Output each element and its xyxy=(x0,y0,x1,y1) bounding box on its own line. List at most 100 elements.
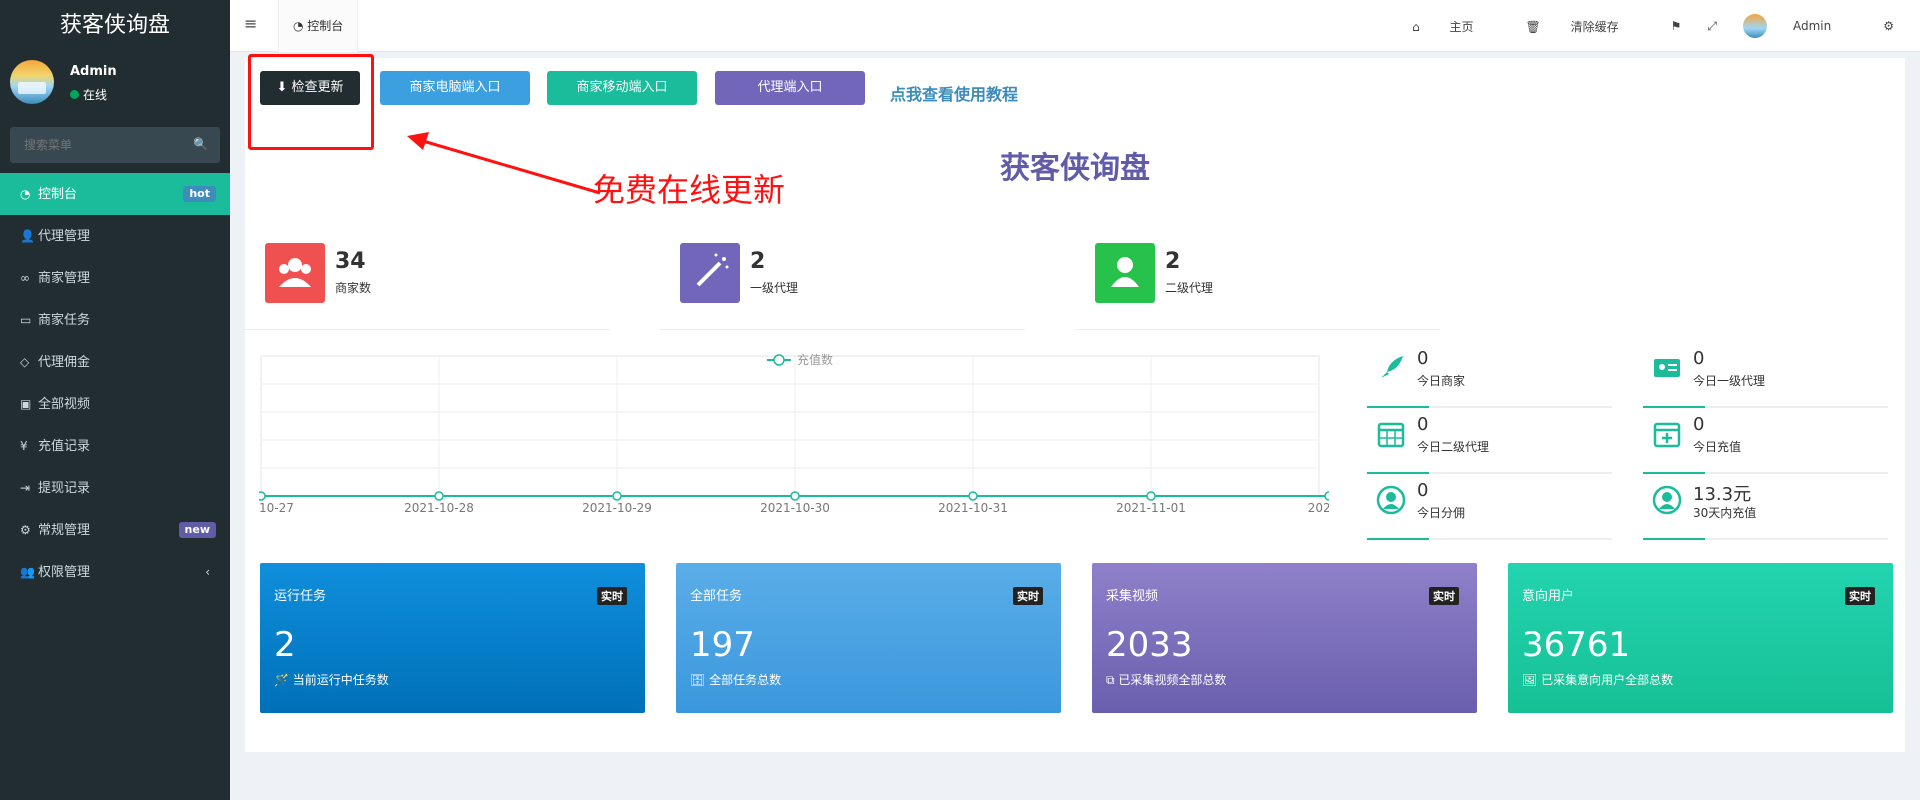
sidebar-item-label: 商家任务 xyxy=(38,313,91,328)
data-point xyxy=(1324,491,1334,501)
home-link[interactable]: ⌂ 主页 xyxy=(1412,18,1499,35)
card-title: 全部任务 xyxy=(690,589,743,604)
menu-search-input[interactable] xyxy=(10,127,220,163)
today-label: 今日一级代理 xyxy=(1693,374,1766,388)
agent-button[interactable]: 代理端入口 xyxy=(715,71,865,105)
clear-cache-link[interactable]: 🗑 清除缓存 xyxy=(1526,18,1645,35)
today-value: 0 xyxy=(1417,480,1429,501)
card-desc-text: 已采集视频全部总数 xyxy=(1118,673,1227,687)
card-desc: 🖼 已采集意向用户全部总数 xyxy=(1522,671,1673,688)
x-tick-label: 2021-1 xyxy=(1308,501,1329,515)
sidebar-item-recharge[interactable]: ¥ 充值记录 xyxy=(0,425,230,467)
chevron-left-icon: ‹ xyxy=(205,565,210,579)
stat-value: 2 xyxy=(750,249,766,274)
tab-label: 控制台 xyxy=(307,19,344,33)
today-value: 0 xyxy=(1417,348,1429,369)
thirty-day-recharge: 13.3元 30天内充值 xyxy=(1643,480,1888,540)
database-icon: 🗄 xyxy=(690,673,706,687)
avatar xyxy=(10,60,54,104)
sidebar-item-commission[interactable]: ◇ 代理佣金 xyxy=(0,341,230,383)
today-value: 0 xyxy=(1693,414,1705,435)
menu-toggle-icon[interactable]: ≡ xyxy=(244,14,257,33)
merchant-mobile-button[interactable]: 商家移动端入口 xyxy=(547,71,697,105)
dashboard-content: ⬇ 检查更新 商家电脑端入口 商家移动端入口 代理端入口 点我查看使用教程 免费… xyxy=(245,54,1905,752)
stat-label: 商家数 xyxy=(335,281,372,295)
card-desc-text: 当前运行中任务数 xyxy=(292,673,389,687)
magic-wand-icon xyxy=(680,243,740,303)
divider xyxy=(1367,406,1612,408)
calendar-plus-icon xyxy=(1653,422,1681,448)
sidebar-item-label: 全部视频 xyxy=(38,397,91,412)
sign-in-icon: ⇥ xyxy=(20,481,31,495)
sidebar-item-label: 代理佣金 xyxy=(38,355,91,370)
sidebar-item-merchant-tasks[interactable]: ▭ 商家任务 xyxy=(0,299,230,341)
tab-dashboard[interactable]: ◔ 控制台 xyxy=(278,0,359,52)
stat-value: 2 xyxy=(1165,249,1181,274)
brand-title[interactable]: 获客侠询盘 xyxy=(0,0,230,52)
stat-merchants: 34 商家数 xyxy=(245,243,610,330)
merchant-pc-button[interactable]: 商家电脑端入口 xyxy=(380,71,530,105)
sidebar-item-permissions[interactable]: 👥 权限管理 ‹ xyxy=(0,551,230,593)
sidebar-item-merchants[interactable]: ∞ 商家管理 xyxy=(0,257,230,299)
stat-label: 二级代理 xyxy=(1165,281,1214,295)
sidebar-item-label: 权限管理 xyxy=(38,565,91,580)
card-title: 意向用户 xyxy=(1522,589,1575,604)
check-update-label: 检查更新 xyxy=(291,80,344,95)
user-status: 在线 xyxy=(70,86,107,103)
sidebar-item-withdraw[interactable]: ⇥ 提现记录 xyxy=(0,467,230,509)
card-intent-users: 意向用户 实时 36761 🖼 已采集意向用户全部总数 xyxy=(1508,563,1893,713)
realtime-badge: 实时 xyxy=(1013,587,1043,605)
card-value: 2033 xyxy=(1106,625,1193,665)
x-tick-label: 2021-10-29 xyxy=(582,501,652,515)
rocket-icon xyxy=(1381,356,1403,378)
card-running-tasks: 运行任务 实时 2 🪄 当前运行中任务数 xyxy=(260,563,645,713)
sidebar-item-label: 控制台 xyxy=(38,187,78,202)
stat-label: 一级代理 xyxy=(750,281,799,295)
sidebar-item-dashboard[interactable]: ◔ 控制台 hot xyxy=(0,173,230,215)
card-all-tasks: 全部任务 实时 197 🗄 全部任务总数 xyxy=(676,563,1061,713)
fullscreen-icon[interactable]: ⤢ xyxy=(1707,19,1717,34)
settings-icon[interactable]: ⚙ xyxy=(1883,19,1894,33)
sidebar-item-general[interactable]: ⚙ 常规管理 new xyxy=(0,509,230,551)
data-point xyxy=(790,491,800,501)
x-tick-label: 2021-11-01 xyxy=(1116,501,1186,515)
search-icon[interactable]: 🔍 xyxy=(193,137,208,151)
sidebar-item-label: 常规管理 xyxy=(38,523,91,538)
diamond-icon: ◇ xyxy=(20,355,30,369)
today-label: 今日充值 xyxy=(1693,440,1742,454)
divider xyxy=(1367,538,1612,540)
card-title: 采集视频 xyxy=(1106,589,1159,604)
realtime-badge: 实时 xyxy=(1429,587,1459,605)
sidebar-item-label: 代理管理 xyxy=(38,229,91,244)
stat-level2-agents: 2 二级代理 xyxy=(1075,243,1440,330)
topbar: ≡ ◔ 控制台 ⌂ 主页 🗑 清除缓存 ⚑ ⤢ Admin ⚙ xyxy=(230,0,1920,52)
image-icon: 🖼 xyxy=(1522,673,1538,687)
data-point xyxy=(968,491,978,501)
x-tick-label: 10-27 xyxy=(259,501,294,515)
stat-value: 34 xyxy=(335,249,366,274)
check-update-button[interactable]: ⬇ 检查更新 xyxy=(260,71,360,105)
today-recharge: 0 今日充值 xyxy=(1643,414,1888,474)
card-desc-text: 全部任务总数 xyxy=(709,673,782,687)
today-value: 0 xyxy=(1693,348,1705,369)
divider xyxy=(1367,472,1612,474)
sidebar-item-videos[interactable]: ▣ 全部视频 xyxy=(0,383,230,425)
download-icon: ⬇ xyxy=(276,80,292,95)
today-level2-agents: 0 今日二级代理 xyxy=(1367,414,1612,474)
sidebar-item-agents[interactable]: 👤 代理管理 xyxy=(0,215,230,257)
language-icon[interactable]: ⚑ xyxy=(1671,19,1682,33)
trash-icon: 🗑 xyxy=(1525,19,1545,34)
tutorial-link[interactable]: 点我查看使用教程 xyxy=(890,81,1018,105)
user-circle-icon xyxy=(1652,485,1682,515)
magic-wand-icon: 🪄 xyxy=(274,673,289,687)
user-icon xyxy=(1095,243,1155,303)
realtime-badge: 实时 xyxy=(1845,587,1875,605)
user-menu[interactable]: Admin xyxy=(1742,14,1857,38)
card-desc: ⧉ 已采集视频全部总数 xyxy=(1106,671,1226,688)
copy-icon: ⧉ xyxy=(1106,673,1115,687)
today-level1-agents: 0 今日一级代理 xyxy=(1643,348,1888,408)
users-icon xyxy=(265,243,325,303)
top-nav: ⌂ 主页 🗑 清除缓存 ⚑ ⤢ Admin ⚙ xyxy=(1412,0,1920,52)
data-point xyxy=(612,491,622,501)
divider xyxy=(1643,538,1888,540)
